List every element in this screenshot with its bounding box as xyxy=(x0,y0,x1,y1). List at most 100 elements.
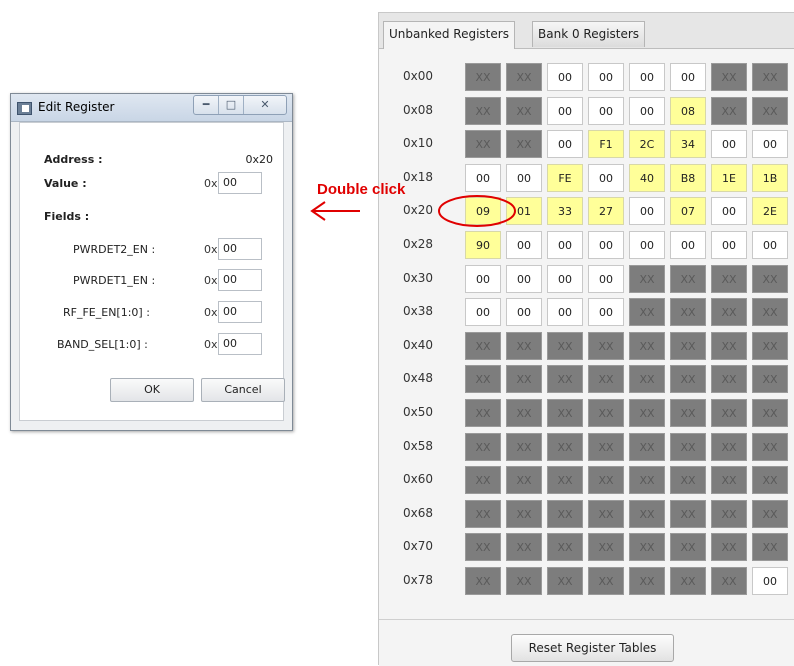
register-cell[interactable]: XX xyxy=(588,499,624,528)
register-cell[interactable]: XX xyxy=(711,399,747,427)
register-cell[interactable]: XX xyxy=(547,432,583,461)
register-cell[interactable]: XX xyxy=(670,533,706,562)
register-cell[interactable]: 34 xyxy=(670,130,706,159)
register-cell[interactable]: XX xyxy=(588,432,624,461)
register-cell[interactable]: XX xyxy=(506,567,542,595)
register-cell[interactable]: XX xyxy=(506,63,542,91)
register-cell[interactable]: XX xyxy=(588,533,624,562)
register-cell[interactable]: XX xyxy=(752,365,788,394)
register-cell[interactable]: XX xyxy=(711,96,747,125)
band-sel-field[interactable]: 00 xyxy=(218,333,262,355)
register-cell[interactable]: 00 xyxy=(629,197,665,226)
register-cell[interactable]: XX xyxy=(506,130,542,159)
register-cell[interactable]: XX xyxy=(629,533,665,562)
register-cell[interactable]: XX xyxy=(711,365,747,394)
register-cell[interactable]: 00 xyxy=(711,197,747,226)
register-cell[interactable]: XX xyxy=(629,298,665,327)
pwrdet1-en-field[interactable]: 00 xyxy=(218,269,262,291)
register-cell[interactable]: XX xyxy=(752,331,788,360)
register-cell[interactable]: 00 xyxy=(588,264,624,293)
register-cell[interactable]: XX xyxy=(670,432,706,461)
register-cell[interactable]: XX xyxy=(752,533,788,562)
register-cell[interactable]: 00 xyxy=(629,63,665,91)
register-cell[interactable]: 00 xyxy=(465,264,501,293)
close-icon[interactable]: ✕ xyxy=(244,96,286,114)
register-cell[interactable]: 00 xyxy=(547,96,583,125)
register-cell[interactable]: XX xyxy=(465,533,501,562)
register-cell[interactable]: 00 xyxy=(547,298,583,327)
register-cell[interactable]: XX xyxy=(711,63,747,91)
register-cell[interactable]: XX xyxy=(711,567,747,595)
register-cell[interactable]: XX xyxy=(506,96,542,125)
register-cell[interactable]: 27 xyxy=(588,197,624,226)
register-cell[interactable]: XX xyxy=(752,432,788,461)
register-cell[interactable]: XX xyxy=(670,331,706,360)
register-cell[interactable]: 00 xyxy=(547,231,583,259)
register-cell[interactable]: XX xyxy=(670,264,706,293)
tab-bank-0-registers[interactable]: Bank 0 Registers xyxy=(532,21,646,47)
register-cell[interactable]: XX xyxy=(547,567,583,595)
cancel-button[interactable]: Cancel xyxy=(201,378,285,402)
register-cell[interactable]: 00 xyxy=(629,231,665,259)
register-cell[interactable]: B8 xyxy=(670,163,706,192)
register-cell[interactable]: XX xyxy=(670,567,706,595)
register-cell[interactable]: 00 xyxy=(506,163,542,192)
register-cell[interactable]: XX xyxy=(465,63,501,91)
register-cell[interactable]: 00 xyxy=(506,264,542,293)
register-cell[interactable]: 00 xyxy=(752,567,788,595)
reset-register-tables-button[interactable]: Reset Register Tables xyxy=(511,634,674,662)
register-cell[interactable]: 00 xyxy=(629,96,665,125)
register-cell[interactable]: 00 xyxy=(711,231,747,259)
register-cell[interactable]: XX xyxy=(465,96,501,125)
register-cell[interactable]: XX xyxy=(506,466,542,495)
register-cell[interactable]: XX xyxy=(506,399,542,427)
register-cell[interactable]: XX xyxy=(629,466,665,495)
pwrdet2-en-field[interactable]: 00 xyxy=(218,238,262,260)
register-cell[interactable]: XX xyxy=(629,499,665,528)
register-cell[interactable]: XX xyxy=(670,466,706,495)
register-cell[interactable]: 00 xyxy=(588,163,624,192)
register-cell[interactable]: 00 xyxy=(670,231,706,259)
register-cell[interactable]: XX xyxy=(629,264,665,293)
ok-button[interactable]: OK xyxy=(110,378,194,402)
register-cell[interactable]: 00 xyxy=(752,130,788,159)
tab-unbanked-registers[interactable]: Unbanked Registers xyxy=(383,21,515,49)
register-cell[interactable]: XX xyxy=(588,331,624,360)
register-cell[interactable]: XX xyxy=(752,96,788,125)
register-cell[interactable]: XX xyxy=(588,567,624,595)
register-cell[interactable]: 00 xyxy=(547,63,583,91)
register-cell[interactable]: 00 xyxy=(547,130,583,159)
value-field[interactable]: 00 xyxy=(218,172,262,194)
register-cell[interactable]: 00 xyxy=(588,231,624,259)
register-cell[interactable]: XX xyxy=(506,432,542,461)
register-cell[interactable]: XX xyxy=(711,533,747,562)
register-cell[interactable]: XX xyxy=(711,331,747,360)
register-cell[interactable]: 90 xyxy=(465,231,501,259)
register-cell[interactable]: 00 xyxy=(588,63,624,91)
register-cell[interactable]: 00 xyxy=(547,264,583,293)
register-cell[interactable]: 08 xyxy=(670,96,706,125)
register-cell[interactable]: XX xyxy=(465,466,501,495)
register-cell[interactable]: XX xyxy=(752,466,788,495)
register-cell[interactable]: 00 xyxy=(465,163,501,192)
register-cell[interactable]: FE xyxy=(547,163,583,192)
register-cell[interactable]: 09 xyxy=(465,197,501,226)
register-cell[interactable]: XX xyxy=(547,365,583,394)
register-cell[interactable]: XX xyxy=(711,264,747,293)
register-cell[interactable]: XX xyxy=(629,567,665,595)
register-cell[interactable]: 00 xyxy=(588,298,624,327)
register-cell[interactable]: 00 xyxy=(588,96,624,125)
register-cell[interactable]: XX xyxy=(506,331,542,360)
register-cell[interactable]: XX xyxy=(711,432,747,461)
register-cell[interactable]: XX xyxy=(629,365,665,394)
register-cell[interactable]: XX xyxy=(465,331,501,360)
register-cell[interactable]: 00 xyxy=(506,231,542,259)
register-cell[interactable]: XX xyxy=(465,567,501,595)
maximize-icon[interactable]: □ xyxy=(219,96,244,114)
minimize-icon[interactable]: ━ xyxy=(194,96,219,114)
register-cell[interactable]: XX xyxy=(547,533,583,562)
register-cell[interactable]: 00 xyxy=(752,231,788,259)
register-cell[interactable]: XX xyxy=(547,466,583,495)
register-cell[interactable]: F1 xyxy=(588,130,624,159)
register-cell[interactable]: XX xyxy=(629,331,665,360)
